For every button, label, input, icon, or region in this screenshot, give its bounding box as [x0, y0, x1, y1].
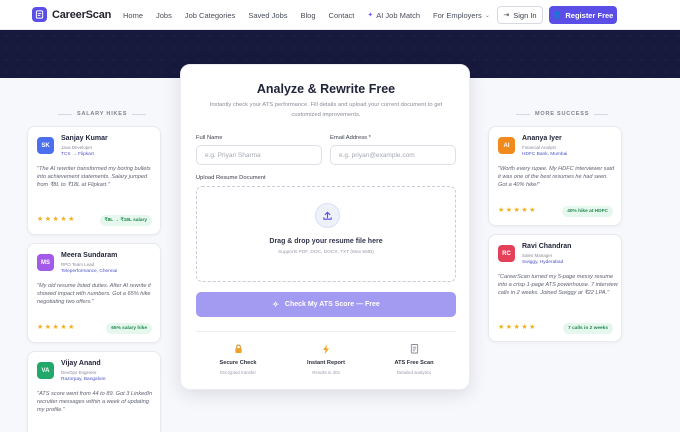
- testimonial-card: RC Ravi Chandran Sales Manager Swiggy, H…: [488, 234, 622, 342]
- lock-icon: [198, 344, 278, 355]
- sign-in-label: Sign In: [513, 10, 537, 20]
- analyze-form-card: Analyze & Rewrite Free Instantly check y…: [180, 64, 470, 390]
- reviewer-role: Financial Analyst: [522, 145, 556, 150]
- feature-sub: Detailed analytics: [396, 370, 432, 375]
- left-section-heading: SALARY HIKES: [53, 111, 151, 117]
- register-button[interactable]: 👤 Register Free: [549, 6, 617, 24]
- brand-logo[interactable]: CareerScan: [32, 7, 111, 22]
- nav-contact[interactable]: Contact: [329, 11, 355, 20]
- reviewer-company: TCS → Flipkart: [61, 152, 94, 157]
- sign-in-icon: ⇥: [503, 12, 510, 19]
- reviewer-company: Razorpay, Bangalore: [61, 377, 106, 382]
- nav-for-employers-label: For Employers: [433, 10, 482, 20]
- testimonial-quote: "ATS score went from 44 to 89. Got 3 Lin…: [37, 391, 153, 414]
- top-navbar: CareerScan Home Jobs Job Categories Save…: [0, 0, 680, 30]
- upload-icon: [315, 203, 340, 228]
- avatar: RC: [498, 245, 515, 262]
- testimonial-card: AI Ananya Iyer Financial Analyst HDFC Ba…: [488, 126, 622, 226]
- upload-label: Upload Resume Document: [196, 175, 266, 181]
- reviewer-name: Ravi Chandran: [522, 243, 572, 250]
- rating-stars: ★★★★★: [498, 207, 537, 214]
- chevron-down-icon: ⌄: [484, 12, 490, 19]
- nav-job-categories[interactable]: Job Categories: [185, 11, 235, 20]
- avatar: AI: [498, 137, 515, 154]
- sign-in-button[interactable]: ⇥ Sign In: [497, 6, 543, 24]
- reviewer-role: RPO Team Lead: [61, 262, 95, 267]
- feature-instant-report: Instant Report Results in 30s: [286, 344, 366, 375]
- nav-links: Home Jobs Job Categories Saved Jobs Blog…: [123, 0, 503, 30]
- magic-wand-icon: ✧: [272, 300, 279, 309]
- reviewer-name: Ananya Iyer: [522, 135, 562, 142]
- dropzone-formats: Supports PDF, DOC, DOCX, TXT (Max 5MB): [278, 250, 374, 255]
- feature-title: Secure Check: [219, 360, 257, 366]
- reviewer-name: Vijay Anand: [61, 360, 101, 367]
- bolt-icon: [286, 344, 366, 355]
- nav-jobs[interactable]: Jobs: [156, 11, 172, 20]
- doc-icon: [374, 344, 454, 355]
- reviewer-role: Sales Manager: [522, 253, 553, 258]
- logo-icon: [32, 7, 47, 22]
- avatar: SK: [37, 137, 54, 154]
- testimonial-card: VA Vijay Anand DevOps Engineer Razorpay,…: [27, 351, 161, 432]
- reviewer-company: HDFC Bank, Mumbai: [522, 152, 568, 157]
- feature-secure-check: Secure Check Encrypted transfer: [198, 344, 278, 375]
- feature-sub: Results in 30s: [312, 370, 340, 375]
- rating-stars: ★★★★★: [37, 216, 76, 223]
- nav-blog[interactable]: Blog: [301, 11, 316, 20]
- reviewer-company: Swiggy, Hyderabad: [522, 260, 564, 265]
- result-badge: 65% salary hike: [106, 323, 152, 334]
- full-name-label: Full Name: [196, 135, 223, 141]
- feature-sub: Encrypted transfer: [220, 370, 256, 375]
- user-plus-icon: 👤: [552, 12, 562, 19]
- testimonial-quote: "The AI rewriter transformed my boring b…: [37, 166, 151, 189]
- reviewer-role: DevOps Engineer: [61, 370, 97, 375]
- testimonial-card: MS Meera Sundaram RPO Team Lead Teleperf…: [27, 243, 161, 343]
- testimonial-quote: "Worth every rupee. My HDFC interviewer …: [498, 166, 615, 189]
- form-subtitle: Instantly check your ATS performance. Fi…: [209, 102, 443, 118]
- feature-title: Instant Report: [307, 360, 345, 366]
- reviewer-name: Sanjay Kumar: [61, 135, 108, 142]
- brand-name: CareerScan: [52, 8, 112, 21]
- email-label: Email Address *: [330, 135, 371, 141]
- result-badge: 40% hike at HDFC: [562, 206, 613, 217]
- reviewer-company: Teleperformance, Chennai: [61, 269, 118, 274]
- sparkle-icon: ✦: [367, 12, 374, 19]
- nav-for-employers[interactable]: For Employers ⌄: [433, 11, 490, 20]
- nav-home[interactable]: Home: [123, 11, 143, 20]
- reviewer-name: Meera Sundaram: [61, 252, 118, 259]
- rating-stars: ★★★★★: [37, 324, 76, 331]
- feature-ats-free-scan: ATS Free Scan Detailed analytics: [374, 344, 454, 375]
- nav-ai-job-match[interactable]: ✦ AI Job Match: [367, 11, 420, 20]
- email-input[interactable]: [330, 145, 456, 165]
- rating-stars: ★★★★★: [498, 324, 537, 331]
- reviewer-role: Java Developer: [61, 145, 93, 150]
- nav-ai-job-match-label: AI Job Match: [376, 10, 421, 20]
- right-section-heading: MORE SUCCESS: [511, 111, 613, 117]
- testimonial-card: SK Sanjay Kumar Java Developer TCS → Fli…: [27, 126, 161, 235]
- check-ats-score-button[interactable]: ✧ Check My ATS Score — Free: [196, 292, 456, 317]
- testimonial-quote: "CareerScan turned my 5-page messy resum…: [498, 274, 618, 297]
- avatar: VA: [37, 362, 54, 379]
- check-ats-score-label: Check My ATS Score — Free: [284, 301, 380, 308]
- register-label: Register Free: [565, 10, 614, 20]
- nav-saved-jobs[interactable]: Saved Jobs: [248, 11, 287, 20]
- resume-dropzone[interactable]: Drag & drop your resume file here Suppor…: [196, 186, 456, 282]
- full-name-input[interactable]: [196, 145, 322, 165]
- dropzone-title: Drag & drop your resume file here: [269, 238, 383, 245]
- avatar: MS: [37, 254, 54, 271]
- form-title: Analyze & Rewrite Free: [256, 82, 396, 96]
- testimonial-quote: "My old resume listed duties. After AI r…: [37, 283, 151, 306]
- feature-title: ATS Free Scan: [394, 360, 434, 366]
- divider: [196, 331, 456, 332]
- result-badge: 7 calls in 2 weeks: [562, 323, 613, 334]
- result-badge: ₹8L → ₹18L salary: [99, 215, 152, 226]
